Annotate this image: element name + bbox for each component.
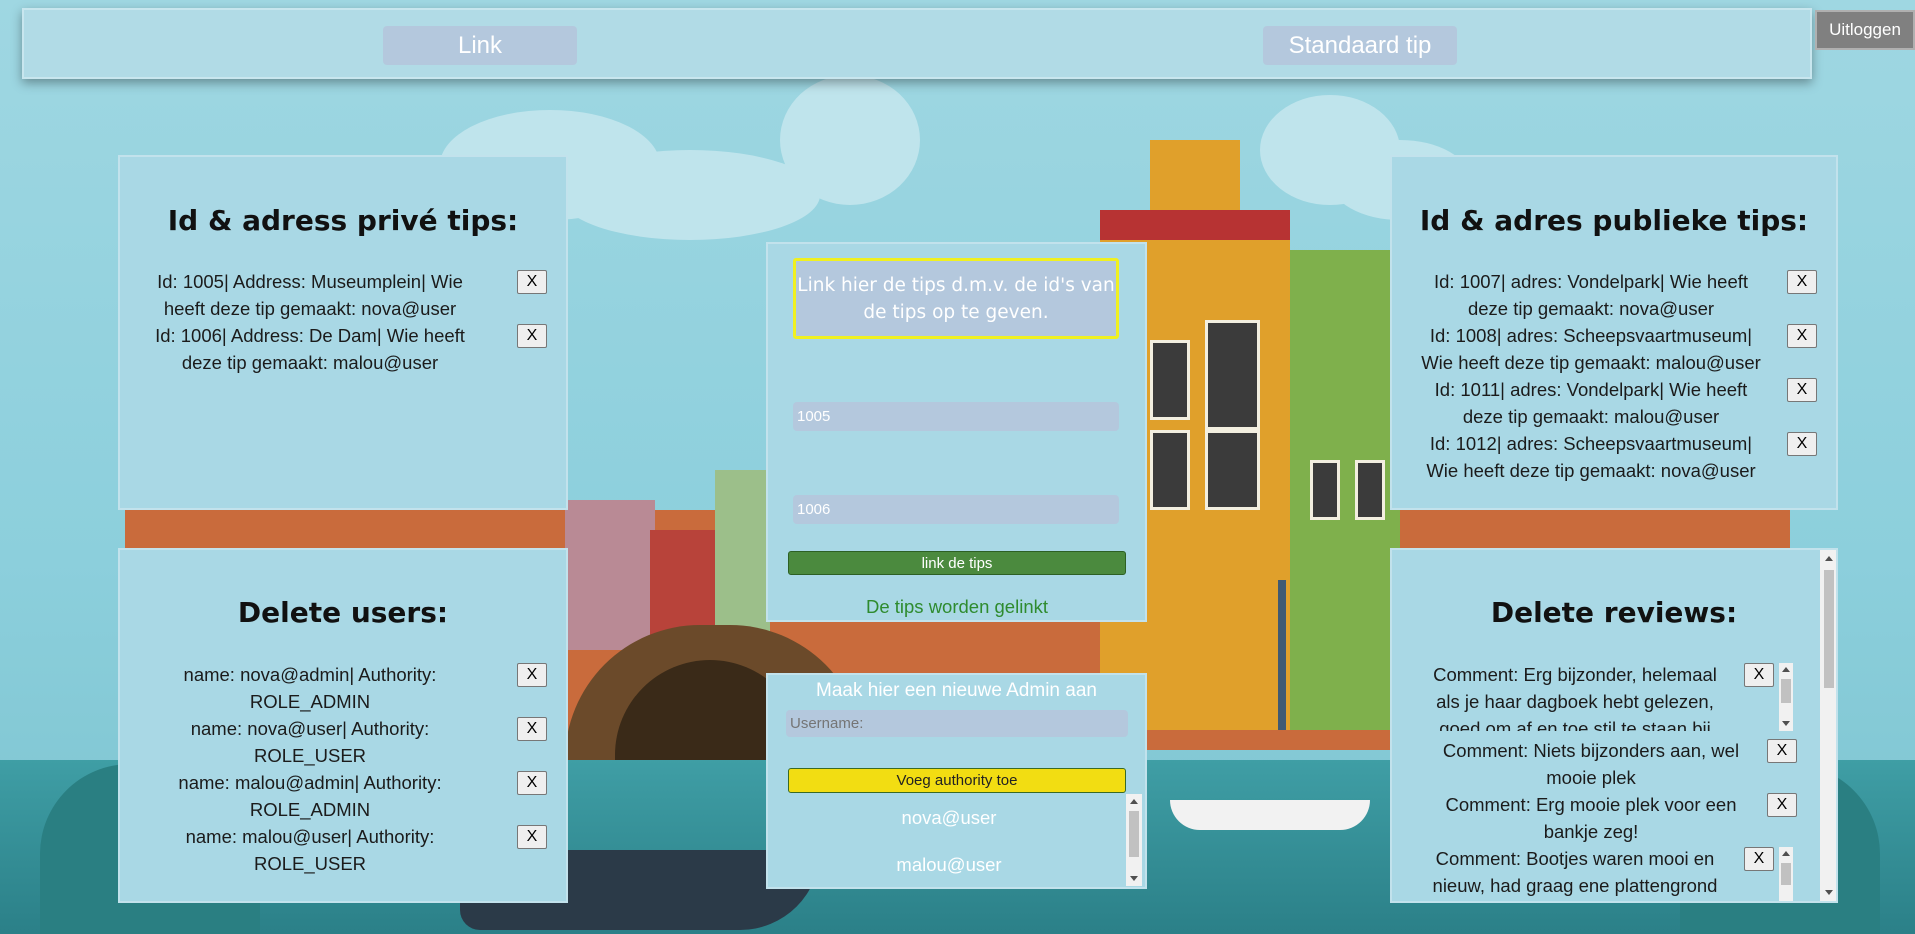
add-authority-button[interactable]: Voeg authority toe — [788, 768, 1126, 793]
tip-item: Id: 1006| Address: De Dam| Wie heeft dez… — [155, 325, 465, 373]
review-scrollbar[interactable] — [1779, 663, 1793, 731]
scroll-up-arrow[interactable] — [1825, 556, 1833, 561]
delete-tip-button[interactable]: X — [1787, 378, 1817, 402]
link-nav-button[interactable]: Link — [383, 26, 577, 65]
second-tip-id-input[interactable] — [793, 495, 1119, 524]
window — [1205, 430, 1260, 510]
window — [1310, 460, 1340, 520]
link-tips-button[interactable]: link de tips — [788, 551, 1126, 575]
scroll-thumb[interactable] — [1781, 679, 1791, 703]
panel-title: Delete users: — [237, 596, 449, 629]
username-input[interactable] — [786, 710, 1128, 737]
scroll-up-arrow[interactable] — [1782, 851, 1790, 856]
delete-user-button[interactable]: X — [517, 825, 547, 849]
top-navbar: Link Standaard tip — [22, 8, 1812, 79]
window — [1150, 340, 1190, 420]
delete-review-button[interactable]: X — [1767, 793, 1797, 817]
scroll-thumb[interactable] — [1824, 570, 1834, 688]
review-scrollbar[interactable] — [1779, 847, 1793, 901]
review-item: Comment: Bootjes waren mooi en nieuw, ha… — [1432, 848, 1718, 896]
scroll-up-arrow[interactable] — [1130, 799, 1138, 804]
delete-tip-button[interactable]: X — [1787, 432, 1817, 456]
scroll-down-arrow[interactable] — [1130, 876, 1138, 881]
scroll-down-arrow[interactable] — [1825, 890, 1833, 895]
scroll-thumb[interactable] — [1129, 811, 1139, 857]
link-instruction: Link hier de tips d.m.v. de id's van de … — [793, 258, 1119, 339]
house-green-small — [715, 470, 770, 650]
delete-review-button[interactable]: X — [1744, 847, 1774, 871]
house-pink — [565, 500, 655, 650]
scroll-up-arrow[interactable] — [1782, 667, 1790, 672]
house-red-roof — [1100, 210, 1290, 240]
review-item: Comment: Erg bijzonder, helemaal als je … — [1433, 664, 1717, 731]
admin-user-list: nova@user malou@user — [784, 793, 1114, 888]
admin-user-item[interactable]: malou@user — [784, 854, 1114, 876]
delete-tip-button[interactable]: X — [1787, 270, 1817, 294]
reviews-panel-scrollbar[interactable] — [1820, 550, 1836, 901]
delete-user-button[interactable]: X — [517, 717, 547, 741]
delete-review-button[interactable]: X — [1744, 663, 1774, 687]
cloud — [560, 150, 820, 240]
delete-review-button[interactable]: X — [1767, 739, 1797, 763]
delete-tip-button[interactable]: X — [1787, 324, 1817, 348]
review-item-scrollbox: Comment: Bootjes waren mooi en nieuw, ha… — [1410, 845, 1740, 901]
link-status-text: De tips worden gelinkt — [865, 596, 1048, 617]
delete-tip-button[interactable]: X — [517, 324, 547, 348]
boat — [1170, 800, 1370, 830]
user-item: name: malou@admin| Authority: ROLE_ADMIN — [178, 772, 442, 820]
street-lamp — [1278, 580, 1286, 730]
tip-item: Id: 1008| adres: Scheepsvaartmuseum| Wie… — [1421, 325, 1761, 373]
cloud — [780, 75, 920, 205]
first-tip-id-input[interactable] — [793, 402, 1119, 431]
scroll-down-arrow[interactable] — [1782, 721, 1790, 726]
user-item: name: nova@user| Authority: ROLE_USER — [190, 718, 430, 766]
panel-title: Delete reviews: — [1490, 596, 1738, 629]
window — [1150, 430, 1190, 510]
delete-user-button[interactable]: X — [517, 663, 547, 687]
new-admin-title: Maak hier een nieuwe Admin aan — [816, 680, 1097, 701]
scroll-thumb[interactable] — [1781, 863, 1791, 885]
public-tips-panel: Id & adres publieke tips: Id: 1007| adre… — [1390, 155, 1838, 510]
tip-item: Id: 1012| adres: Scheepsvaartmuseum| Wie… — [1426, 433, 1756, 481]
review-item: Comment: Niets bijzonders aan, wel mooie… — [1442, 740, 1740, 788]
panel-title: Id & adress privé tips: — [167, 204, 519, 237]
delete-tip-button[interactable]: X — [517, 270, 547, 294]
tip-item: Id: 1007| adres: Vondelpark| Wie heeft d… — [1433, 271, 1749, 319]
tip-item: Id: 1005| Address: Museumplein| Wie heef… — [157, 271, 463, 319]
admin-list-scrollbar[interactable] — [1126, 794, 1142, 886]
admin-user-item[interactable]: nova@user — [784, 807, 1114, 829]
user-item: name: nova@admin| Authority: ROLE_ADMIN — [183, 664, 437, 712]
delete-users-panel: Delete users: name: nova@admin| Authorit… — [118, 548, 568, 903]
standard-tip-nav-button[interactable]: Standaard tip — [1263, 26, 1457, 65]
delete-user-button[interactable]: X — [517, 771, 547, 795]
review-item-scrollbox: Comment: Erg bijzonder, helemaal als je … — [1410, 661, 1740, 731]
review-item: Comment: Erg mooie plek voor een bankje … — [1445, 794, 1737, 842]
panel-title: Id & adres publieke tips: — [1419, 204, 1809, 237]
logout-button[interactable]: Uitloggen — [1815, 10, 1915, 50]
tip-item: Id: 1011| adres: Vondelpark| Wie heeft d… — [1434, 379, 1748, 427]
user-item: name: malou@user| Authority: ROLE_USER — [185, 826, 435, 874]
house-orange-gable — [1150, 140, 1240, 220]
private-tips-panel: Id & adress privé tips: Id: 1005| Addres… — [118, 155, 568, 510]
window — [1205, 320, 1260, 430]
delete-reviews-panel: Delete reviews: Comment: Erg bijzonder, … — [1390, 548, 1838, 903]
window — [1355, 460, 1385, 520]
